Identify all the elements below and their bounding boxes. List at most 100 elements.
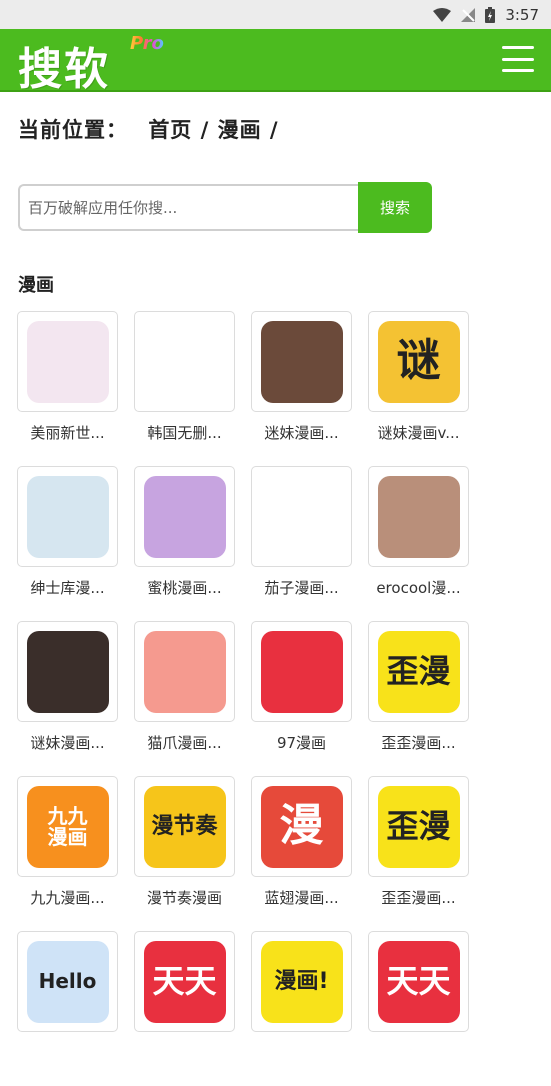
app-icon-frame[interactable]: 漫节奏: [134, 776, 235, 877]
hello-anime-icon[interactable]: Hello: [26, 940, 109, 1023]
mimei-monkey-logo-icon[interactable]: 谜: [377, 320, 460, 403]
app-item[interactable]: 天天: [368, 931, 469, 1086]
app-label[interactable]: 蓝翅漫画...: [251, 887, 352, 908]
app-grid: 美丽新世... 韩国无删... 迷妹漫画... 谜谜妹漫画v... 绅士库漫... 蜜桃漫…: [17, 311, 551, 1086]
hamburger-menu-icon[interactable]: [502, 46, 534, 72]
site-header: 搜软 Pro: [0, 29, 551, 95]
app-label[interactable]: 歪歪漫画...: [368, 887, 469, 908]
app-icon-glyph: 漫节奏: [151, 813, 218, 839]
breadcrumb-category-link[interactable]: 漫画: [218, 118, 262, 142]
app-icon-frame[interactable]: [251, 311, 352, 412]
cat-paw-icon[interactable]: [143, 630, 226, 713]
app-icon-frame[interactable]: [251, 621, 352, 722]
app-label[interactable]: 茄子漫画...: [251, 577, 352, 598]
app-icon-frame[interactable]: 歪漫: [368, 776, 469, 877]
app-icon-frame[interactable]: 九九 漫画: [17, 776, 118, 877]
app-label[interactable]: 绅士库漫...: [17, 577, 118, 598]
app-label[interactable]: 迷妹漫画...: [251, 422, 352, 443]
app-item[interactable]: 漫节奏 漫节奏漫画: [134, 776, 235, 931]
app-label[interactable]: 美丽新世...: [17, 422, 118, 443]
peach-mascot-icon[interactable]: [143, 475, 226, 558]
app-label[interactable]: 九九漫画...: [17, 887, 118, 908]
app-icon-glyph: 歪漫: [386, 806, 451, 845]
app-label[interactable]: 蜜桃漫画...: [134, 577, 235, 598]
man-character-logo-icon[interactable]: 漫: [260, 785, 343, 868]
waiwai-logo-icon[interactable]: 歪漫: [377, 785, 460, 868]
logo-pro-badge: Pro: [130, 33, 164, 54]
breadcrumb-separator: /: [269, 118, 279, 142]
app-icon-frame[interactable]: [134, 621, 235, 722]
app-item[interactable]: 97漫画: [251, 621, 352, 776]
app-icon-glyph: 漫: [279, 800, 324, 852]
anime-girl-white-hair-icon[interactable]: [26, 320, 109, 403]
app-icon-glyph: 漫画!: [274, 968, 329, 994]
app-icon-frame[interactable]: [17, 466, 118, 567]
app-icon-frame[interactable]: 天天: [134, 931, 235, 1032]
manhua-exclaim-logo-icon[interactable]: 漫画!: [260, 940, 343, 1023]
app-icon-glyph: Hello: [38, 969, 97, 993]
app-label[interactable]: 漫节奏漫画: [134, 887, 235, 908]
tiantian-logo-icon[interactable]: 天天: [377, 940, 460, 1023]
anime-girl-uniform-icon[interactable]: [377, 475, 460, 558]
battery-icon: [485, 6, 496, 23]
breadcrumb-prefix: 当前位置：: [18, 118, 128, 142]
anime-girl-library-icon[interactable]: [260, 320, 343, 403]
app-item[interactable]: 蜜桃漫画...: [134, 466, 235, 621]
app-item[interactable]: 漫画!: [251, 931, 352, 1086]
app-item[interactable]: 九九 漫画九九漫画...: [17, 776, 118, 931]
app-item[interactable]: 歪漫歪歪漫画...: [368, 776, 469, 931]
app-item[interactable]: 迷妹漫画...: [251, 311, 352, 466]
app-icon-frame[interactable]: [368, 466, 469, 567]
app-icon-glyph: 九九 漫画: [47, 803, 88, 849]
app-icon-glyph: 谜: [396, 335, 441, 387]
app-item[interactable]: Hello: [17, 931, 118, 1086]
breadcrumb-home-link[interactable]: 首页: [148, 118, 192, 142]
app-icon-frame[interactable]: [17, 621, 118, 722]
app-icon-frame[interactable]: 漫: [251, 776, 352, 877]
anime-girl-dark-hair-icon[interactable]: [26, 475, 109, 558]
app-item[interactable]: erocool漫...: [368, 466, 469, 621]
app-icon-frame[interactable]: 谜: [368, 311, 469, 412]
search-button[interactable]: 搜索: [358, 182, 432, 233]
search-bar: 搜索: [18, 182, 551, 233]
app-item[interactable]: 漫蓝翅漫画...: [251, 776, 352, 931]
section-title: 漫画: [18, 275, 54, 296]
korean-comic-logo-icon[interactable]: [143, 320, 226, 403]
app-icon-frame[interactable]: [134, 466, 235, 567]
waiwai-logo-icon[interactable]: 歪漫: [377, 630, 460, 713]
app-icon-frame[interactable]: 漫画!: [251, 931, 352, 1032]
app-item[interactable]: 茄子漫画...: [251, 466, 352, 621]
app-icon-frame[interactable]: Hello: [17, 931, 118, 1032]
app-label[interactable]: 谜妹漫画v...: [368, 422, 469, 443]
app-icon-frame[interactable]: 歪漫: [368, 621, 469, 722]
app-label[interactable]: 97漫画: [251, 732, 352, 753]
lightning-bolt-icon[interactable]: [260, 630, 343, 713]
app-label[interactable]: 谜妹漫画...: [17, 732, 118, 753]
app-icon-frame[interactable]: [134, 311, 235, 412]
app-item[interactable]: 歪漫歪歪漫画...: [368, 621, 469, 776]
search-input[interactable]: [18, 184, 358, 231]
signal-icon: [461, 7, 476, 22]
app-item[interactable]: 美丽新世...: [17, 311, 118, 466]
app-icon-frame[interactable]: 天天: [368, 931, 469, 1032]
eggplant-mascot-icon[interactable]: [260, 475, 343, 558]
app-icon-frame[interactable]: [17, 311, 118, 412]
app-item[interactable]: 绅士库漫...: [17, 466, 118, 621]
app-item[interactable]: 谜妹漫画...: [17, 621, 118, 776]
tiantian-logo-icon[interactable]: 天天: [143, 940, 226, 1023]
app-label[interactable]: 猫爪漫画...: [134, 732, 235, 753]
anime-girl-portrait-icon[interactable]: [26, 630, 109, 713]
app-item[interactable]: 韩国无删...: [134, 311, 235, 466]
status-time: 3:57: [505, 5, 539, 24]
site-logo[interactable]: 搜软: [18, 33, 110, 97]
jiujiu-logo-icon[interactable]: 九九 漫画: [26, 785, 109, 868]
app-icon-glyph: 天天: [152, 961, 217, 1000]
app-label[interactable]: 韩国无删...: [134, 422, 235, 443]
app-item[interactable]: 谜谜妹漫画v...: [368, 311, 469, 466]
manjiezou-logo-icon[interactable]: 漫节奏: [143, 785, 226, 868]
app-label[interactable]: 歪歪漫画...: [368, 732, 469, 753]
app-item[interactable]: 天天: [134, 931, 235, 1086]
app-item[interactable]: 猫爪漫画...: [134, 621, 235, 776]
app-icon-frame[interactable]: [251, 466, 352, 567]
app-label[interactable]: erocool漫...: [368, 577, 469, 598]
